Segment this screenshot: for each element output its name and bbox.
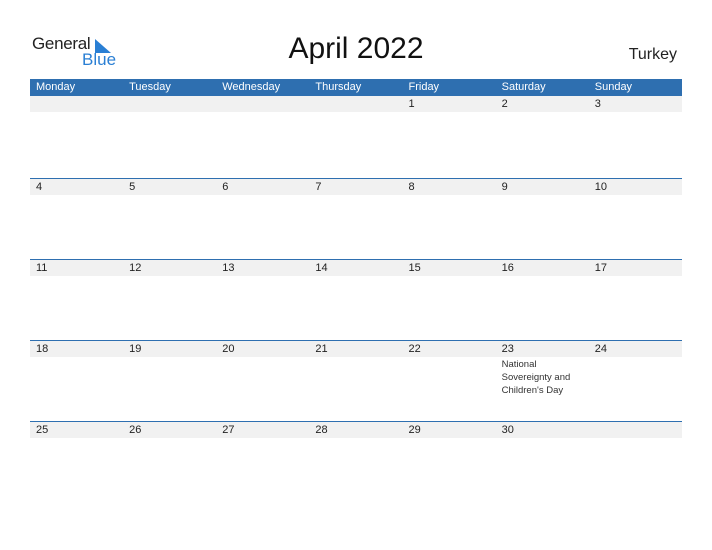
day-cell: 18 [30, 341, 123, 397]
day-number: 12 [129, 262, 142, 274]
day-number [222, 96, 309, 112]
day-cell: 17 [589, 260, 682, 276]
day-number: 9 [501, 181, 508, 193]
day-cell: 10 [589, 179, 682, 195]
weekday-saturday: Saturday [501, 81, 546, 93]
day-number: 17 [594, 262, 607, 274]
weekday-tuesday: Tuesday [129, 81, 171, 93]
day-number: 4 [36, 181, 43, 193]
day-cell: 16 [496, 260, 589, 276]
day-cell: 22 [403, 341, 496, 397]
day-cell [30, 96, 123, 112]
day-number: 22 [408, 343, 421, 355]
day-number: 5 [129, 181, 136, 193]
day-cell: 9 [496, 179, 589, 195]
day-number: 14 [315, 262, 328, 274]
day-cell: 20 [216, 341, 309, 397]
day-cell: 23 National Sovereignty and Children's Da… [496, 341, 589, 397]
country-label: Turkey [628, 46, 677, 63]
weekday-sunday: Sunday [594, 81, 633, 93]
day-cell: 8 [403, 179, 496, 195]
day-cell: 29 [403, 422, 496, 438]
day-number: 26 [129, 424, 142, 436]
weekday-thursday: Thursday [315, 81, 362, 93]
weekday-header: Monday Tuesday Wednesday Thursday Friday… [30, 79, 682, 96]
day-cell: 14 [309, 260, 402, 276]
day-cell: 28 [309, 422, 402, 438]
day-cell: 21 [309, 341, 402, 397]
day-number [595, 422, 682, 438]
day-cell: 26 [123, 422, 216, 438]
day-number [315, 96, 402, 112]
day-cell: 11 [30, 260, 123, 276]
day-number: 1 [408, 98, 415, 110]
day-cell: 27 [216, 422, 309, 438]
day-cell: 15 [403, 260, 496, 276]
day-cell: 30 [496, 422, 589, 438]
weekday-wednesday: Wednesday [222, 81, 281, 93]
day-number: 20 [222, 343, 235, 355]
day-number: 21 [315, 343, 328, 355]
day-number: 3 [594, 98, 601, 110]
day-number: 29 [408, 424, 421, 436]
week-row: 1 2 3 [30, 96, 682, 178]
day-number: 7 [315, 181, 322, 193]
day-number [129, 96, 216, 112]
day-number: 23 [501, 343, 514, 355]
day-cell: 24 [589, 341, 682, 397]
day-number: 10 [594, 181, 607, 193]
day-number: 19 [129, 343, 142, 355]
day-cell [123, 96, 216, 112]
week-row: 25 26 27 28 29 30 [30, 421, 682, 502]
day-cell: 2 [496, 96, 589, 112]
day-number: 11 [36, 262, 48, 274]
day-number: 15 [408, 262, 421, 274]
day-number: 24 [594, 343, 607, 355]
week-row: 11 12 13 14 15 16 17 [30, 259, 682, 340]
weekday-friday: Friday [408, 81, 440, 93]
calendar-grid: Monday Tuesday Wednesday Thursday Friday… [30, 79, 682, 502]
day-number: 30 [501, 424, 514, 436]
day-number: 6 [222, 181, 229, 193]
day-cell: 12 [123, 260, 216, 276]
day-cell [216, 96, 309, 112]
day-cell: 3 [589, 96, 682, 112]
day-number: 13 [222, 262, 235, 274]
day-cell: 4 [30, 179, 123, 195]
day-number: 18 [36, 343, 49, 355]
holiday-event: National Sovereignty and Children's Day [501, 359, 571, 396]
day-number: 8 [408, 181, 415, 193]
day-cell: 6 [216, 179, 309, 195]
day-number: 27 [222, 424, 235, 436]
week-row: 18 19 20 21 22 23 National Sovereignty and Chi… [30, 340, 682, 421]
day-cell: 19 [123, 341, 216, 397]
day-cell: 25 [30, 422, 123, 438]
calendar-title: April 2022 [288, 32, 424, 65]
day-cell: 7 [309, 179, 402, 195]
day-number: 28 [315, 424, 328, 436]
weekday-monday: Monday [36, 81, 76, 93]
day-cell [309, 96, 402, 112]
day-cell: 5 [123, 179, 216, 195]
day-number [36, 96, 123, 112]
day-number: 25 [36, 424, 49, 436]
day-number: 16 [501, 262, 514, 274]
week-row: 4 5 6 7 8 9 10 [30, 178, 682, 259]
day-cell: 1 [403, 96, 496, 112]
day-cell: 13 [216, 260, 309, 276]
day-cell [589, 422, 682, 438]
day-number: 2 [501, 98, 508, 110]
